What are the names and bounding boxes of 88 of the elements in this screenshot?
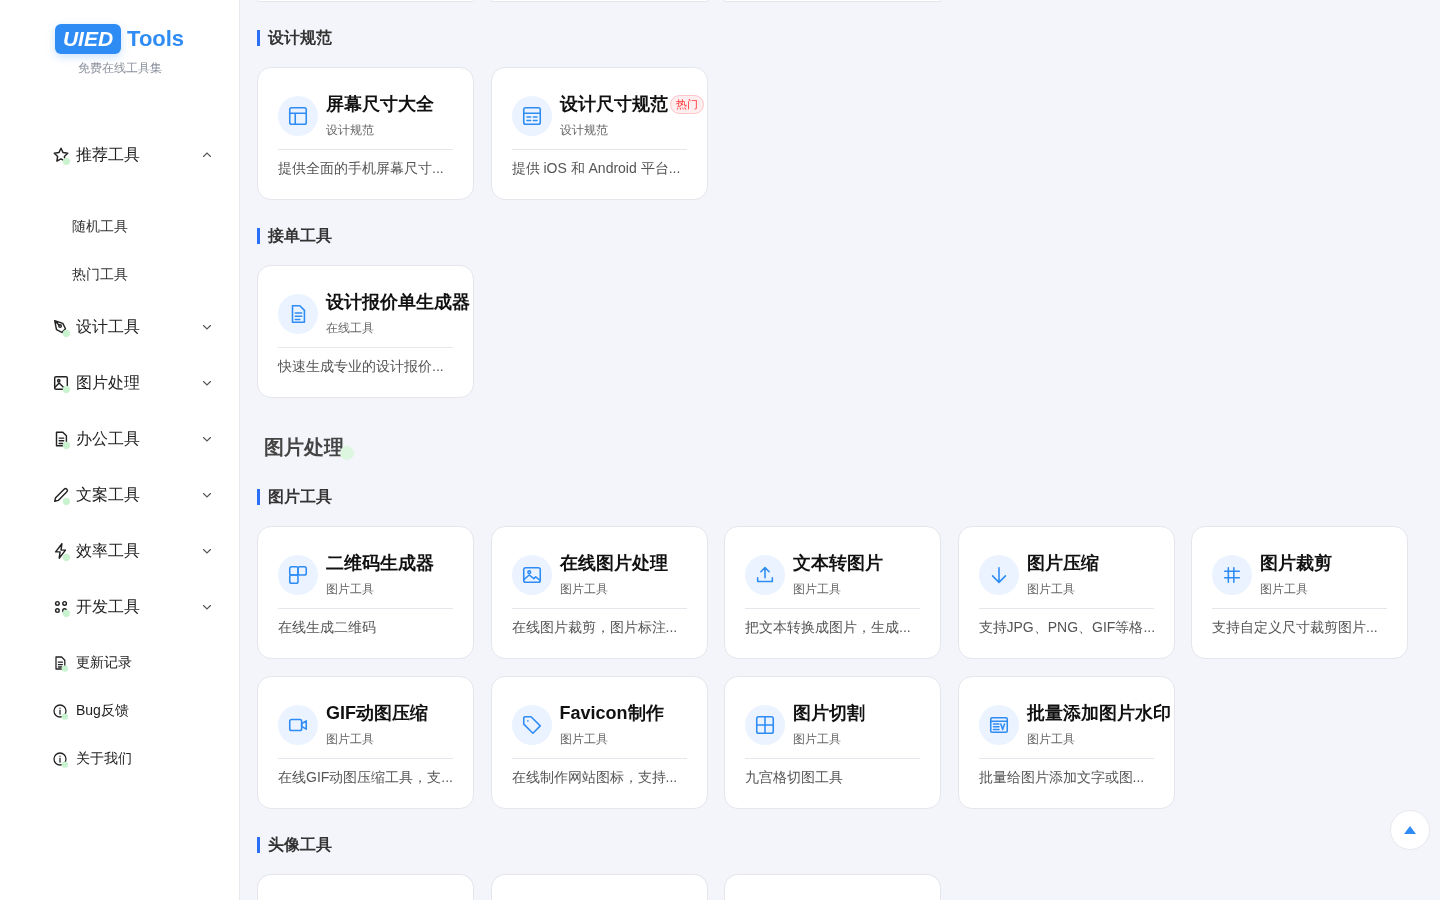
accent-bar xyxy=(257,228,260,244)
tool-title: 在线图片处理 xyxy=(559,552,668,575)
tool-category: 图片工具 xyxy=(326,581,375,598)
sidebar-link[interactable]: 更新记录 xyxy=(0,639,239,687)
menu-item[interactable]: 文案工具 xyxy=(0,467,239,523)
menu-item[interactable]: 开发工具 xyxy=(0,579,239,635)
tool-title: 二维码生成器 xyxy=(326,552,434,575)
category-title: 图片处理 xyxy=(264,435,344,460)
tool-title: Favicon制作 xyxy=(559,702,664,725)
tool-category: 图片工具 xyxy=(559,731,609,748)
submenu-item[interactable]: 随机工具 xyxy=(0,203,239,251)
tool-icon xyxy=(278,554,318,595)
hot-badge: 热门 xyxy=(669,94,704,114)
tool-category: 设计规范 xyxy=(559,122,609,139)
menu-item[interactable]: 推荐工具 xyxy=(0,139,239,171)
tool-category: 图片工具 xyxy=(793,581,842,598)
tool-title: 设计尺寸规范 xyxy=(559,93,668,116)
accent-bar xyxy=(257,837,260,853)
menu-icon xyxy=(52,486,70,504)
section-title: 图片工具 xyxy=(268,486,332,507)
section-title: 接单工具 xyxy=(268,225,332,246)
tool-category: 图片工具 xyxy=(1260,581,1309,598)
tool-title: GIF动图压缩 xyxy=(326,702,428,725)
tool-card[interactable]: 二维码生成器 图片工具 在线生成二维码 xyxy=(257,526,474,659)
tool-card[interactable]: GIF动图压缩 图片工具 在线GIF动图压缩工具，支... xyxy=(257,676,474,809)
link-icon xyxy=(52,703,68,719)
tool-card[interactable]: 在线图片处理 图片工具 在线图片裁剪，图片标注... xyxy=(490,526,708,659)
tool-icon xyxy=(278,95,318,136)
tool-title: 文本转图片 xyxy=(793,552,883,575)
tool-card[interactable]: 批量添加图片水印 图片工具 批量给图片添加文字或图... xyxy=(957,676,1175,809)
tool-description: 在线生成二维码 xyxy=(278,619,377,637)
tool-description: 提供全面的手机屏幕尺寸... xyxy=(278,160,445,178)
tool-card[interactable]: 图片切割 图片工具 九宫格切图工具 xyxy=(724,676,941,809)
menu-icon xyxy=(52,374,70,392)
menu-icon xyxy=(52,146,70,164)
tool-title: 图片压缩 xyxy=(1026,552,1099,575)
menu-item[interactable]: 图片处理 xyxy=(0,355,239,411)
tool-description: 把文本转换成图片，生成... xyxy=(745,619,912,637)
tool-description: 提供 iOS 和 Android 平台... xyxy=(511,160,682,178)
section-title: 设计规范 xyxy=(268,27,332,48)
tool-description: 批量给图片添加文字或图... xyxy=(978,769,1146,787)
tool-card[interactable]: 文本转图片 图片工具 把文本转换成图片，生成... xyxy=(724,526,941,659)
submenu-item[interactable]: 热门工具 xyxy=(0,251,239,299)
tool-title: 图片切割 xyxy=(793,702,865,725)
accent-bar xyxy=(257,30,260,46)
section-title: 头像工具 xyxy=(268,834,332,855)
tool-card[interactable]: 屏幕尺寸大全 设计规范 提供全面的手机屏幕尺寸... xyxy=(257,67,474,200)
accent-bar xyxy=(257,489,260,505)
tool-card[interactable]: 图片裁剪 图片工具 支持自定义尺寸裁剪图片... xyxy=(1191,526,1408,659)
triangle-up-icon xyxy=(1403,825,1417,835)
menu-item[interactable]: 办公工具 xyxy=(0,411,239,467)
tool-description: 支持自定义尺寸裁剪图片... xyxy=(1212,619,1379,637)
menu-item[interactable]: 设计工具 xyxy=(0,299,239,355)
tool-description: 快速生成专业的设计报价... xyxy=(278,358,445,376)
tool-category: 图片工具 xyxy=(559,581,609,598)
tool-icon xyxy=(1212,554,1252,595)
sidebar-link[interactable]: Bug反馈 xyxy=(0,687,239,735)
link-icon xyxy=(52,655,68,671)
menu-icon xyxy=(52,318,70,336)
tool-icon xyxy=(745,554,785,595)
tool-description: 在线图片裁剪，图片标注... xyxy=(511,619,679,637)
logo-subtitle: 免费在线工具集 xyxy=(77,60,162,77)
tool-icon xyxy=(278,293,318,334)
tool-icon xyxy=(745,704,785,745)
tool-description: 在线制作网站图标，支持... xyxy=(511,769,679,787)
tool-title: 屏幕尺寸大全 xyxy=(326,93,434,116)
tool-description: 在线GIF动图压缩工具，支... xyxy=(278,769,453,787)
tool-category: 图片工具 xyxy=(1026,731,1076,748)
sidebar-link[interactable]: 关于我们 xyxy=(0,735,239,783)
tool-icon xyxy=(278,704,318,745)
menu-icon xyxy=(52,598,70,616)
tool-card[interactable]: 图片压缩 图片工具 支持JPG、PNG、GIF等格... xyxy=(957,526,1175,659)
link-icon xyxy=(52,751,68,767)
tool-description: 支持JPG、PNG、GIF等格... xyxy=(978,619,1154,637)
menu-item[interactable]: 效率工具 xyxy=(0,523,239,579)
tool-title: 设计报价单生成器 xyxy=(326,291,470,314)
tool-card[interactable]: 设计报价单生成器 在线工具 快速生成专业的设计报价... xyxy=(257,265,474,398)
tool-card[interactable]: Favicon制作 图片工具 在线制作网站图标，支持... xyxy=(490,676,708,809)
tool-category: 设计规范 xyxy=(326,122,375,139)
tool-title: 批量添加图片水印 xyxy=(1026,702,1171,725)
tool-title: 图片裁剪 xyxy=(1260,552,1332,575)
tool-category: 图片工具 xyxy=(1026,581,1076,598)
tool-category: 在线工具 xyxy=(326,320,375,337)
tool-description: 九宫格切图工具 xyxy=(745,769,844,787)
menu-icon xyxy=(52,542,70,560)
tool-card[interactable]: 设计尺寸规范 热门 设计规范 提供 iOS 和 Android 平台... xyxy=(490,67,708,200)
tool-category: 图片工具 xyxy=(793,731,842,748)
tool-category: 图片工具 xyxy=(326,731,375,748)
